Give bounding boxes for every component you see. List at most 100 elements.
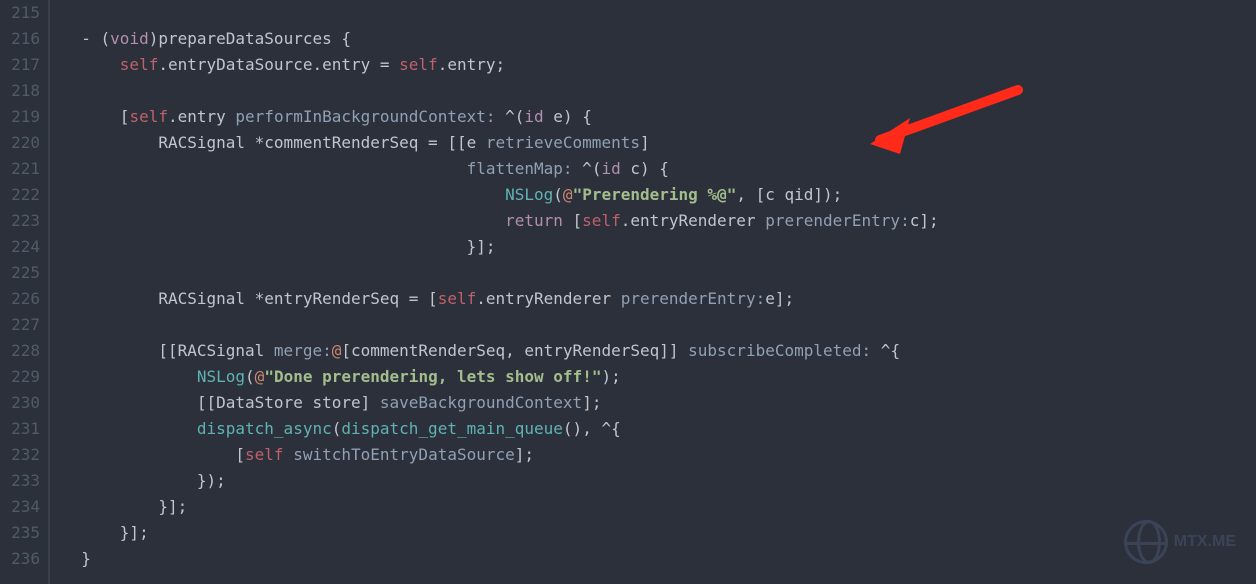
code-token: flattenMap: — [467, 159, 573, 178]
code-token: .entryRenderer — [476, 289, 621, 308]
line-number: 215 — [4, 0, 40, 26]
code-token: void — [110, 29, 149, 48]
line-number: 218 — [4, 78, 40, 104]
code-line[interactable] — [62, 312, 939, 338]
line-number-gutter: 2152162172182192202212222232242252262272… — [0, 0, 50, 584]
code-line[interactable]: }]; — [62, 494, 939, 520]
code-token: .entryRenderer — [621, 211, 766, 230]
code-token: NSLog — [197, 367, 245, 386]
line-number: 216 — [4, 26, 40, 52]
code-token: ]; — [582, 393, 601, 412]
code-line[interactable]: [self.entry performInBackgroundContext: … — [62, 104, 939, 130]
line-number: 225 — [4, 260, 40, 286]
code-token: merge: — [274, 341, 332, 360]
code-token: ]; — [515, 445, 534, 464]
code-line[interactable] — [62, 260, 939, 286]
line-number: 236 — [4, 546, 40, 572]
code-token: (), ^{ — [563, 419, 621, 438]
code-token: } — [62, 549, 91, 568]
code-token — [62, 419, 197, 438]
code-line[interactable]: [self switchToEntryDataSource]; — [62, 442, 939, 468]
code-token: ] — [640, 133, 650, 152]
code-token: e) { — [544, 107, 592, 126]
code-token: }]; — [62, 237, 495, 256]
code-token: id — [601, 159, 620, 178]
code-area[interactable]: - (void)prepareDataSources { self.entryD… — [50, 0, 939, 584]
code-line[interactable]: [[DataStore store] saveBackgroundContext… — [62, 390, 939, 416]
code-token: id — [524, 107, 543, 126]
code-line[interactable] — [62, 78, 939, 104]
line-number: 232 — [4, 442, 40, 468]
line-number: 226 — [4, 286, 40, 312]
code-token: self — [438, 289, 477, 308]
line-number: 233 — [4, 468, 40, 494]
code-token: , [c qid]); — [736, 185, 842, 204]
code-token: prerenderEntry: — [621, 289, 766, 308]
code-line[interactable]: self.entryDataSource.entry = self.entry; — [62, 52, 939, 78]
code-token: self — [399, 55, 438, 74]
line-number: 221 — [4, 156, 40, 182]
code-token: [[RACSignal — [62, 341, 274, 360]
code-token: )prepareDataSources { — [149, 29, 351, 48]
code-line[interactable]: RACSignal *entryRenderSeq = [self.entryR… — [62, 286, 939, 312]
code-token: .entry — [168, 107, 235, 126]
code-line[interactable] — [62, 0, 939, 26]
code-token: ( — [332, 419, 342, 438]
code-token: RACSignal *commentRenderSeq = [[e — [62, 133, 486, 152]
code-token: NSLog — [505, 185, 553, 204]
code-line[interactable]: RACSignal *commentRenderSeq = [[e retrie… — [62, 130, 939, 156]
code-token: ( — [245, 367, 255, 386]
line-number: 223 — [4, 208, 40, 234]
code-token: [[DataStore store] — [62, 393, 380, 412]
code-token — [62, 367, 197, 386]
line-number: 230 — [4, 390, 40, 416]
code-line[interactable]: NSLog(@"Prerendering %@", [c qid]); — [62, 182, 939, 208]
code-token: .entry; — [438, 55, 505, 74]
code-token: self — [129, 107, 168, 126]
code-token: [ — [62, 107, 129, 126]
code-token: switchToEntryDataSource — [293, 445, 515, 464]
code-token: c]; — [910, 211, 939, 230]
code-token: ^( — [573, 159, 602, 178]
code-token — [62, 185, 505, 204]
code-token: [ — [563, 211, 582, 230]
line-number: 234 — [4, 494, 40, 520]
code-token: saveBackgroundContext — [380, 393, 582, 412]
line-number: 220 — [4, 130, 40, 156]
code-token: }]; — [62, 523, 149, 542]
code-token: ^( — [496, 107, 525, 126]
code-token: subscribeCompleted: — [688, 341, 871, 360]
code-token: ); — [601, 367, 620, 386]
code-token: ( — [553, 185, 563, 204]
code-token: retrieveComments — [486, 133, 640, 152]
code-token: @ — [332, 341, 342, 360]
code-token: self — [582, 211, 621, 230]
code-token: self — [120, 55, 159, 74]
code-token — [62, 211, 505, 230]
code-token — [62, 55, 120, 74]
code-token: @ — [255, 367, 265, 386]
code-token: RACSignal *entryRenderSeq = [ — [62, 289, 438, 308]
code-token: c) { — [621, 159, 669, 178]
code-line[interactable]: dispatch_async(dispatch_get_main_queue()… — [62, 416, 939, 442]
code-line[interactable]: flattenMap: ^(id c) { — [62, 156, 939, 182]
line-number: 224 — [4, 234, 40, 260]
code-line[interactable]: }]; — [62, 520, 939, 546]
code-line[interactable]: } — [62, 546, 939, 572]
code-editor: 2152162172182192202212222232242252262272… — [0, 0, 1256, 584]
line-number: 217 — [4, 52, 40, 78]
code-token: dispatch_get_main_queue — [341, 419, 563, 438]
code-line[interactable]: - (void)prepareDataSources { — [62, 26, 939, 52]
code-line[interactable]: [[RACSignal merge:@[commentRenderSeq, en… — [62, 338, 939, 364]
code-line[interactable]: }); — [62, 468, 939, 494]
code-token — [62, 159, 467, 178]
code-token: [ — [62, 445, 245, 464]
code-line[interactable]: return [self.entryRenderer prerenderEntr… — [62, 208, 939, 234]
code-line[interactable]: NSLog(@"Done prerendering, lets show off… — [62, 364, 939, 390]
line-number: 219 — [4, 104, 40, 130]
code-token: }); — [62, 471, 226, 490]
code-token: [commentRenderSeq, entryRenderSeq]] — [341, 341, 688, 360]
code-token: self — [245, 445, 284, 464]
code-line[interactable]: }]; — [62, 234, 939, 260]
line-number: 228 — [4, 338, 40, 364]
